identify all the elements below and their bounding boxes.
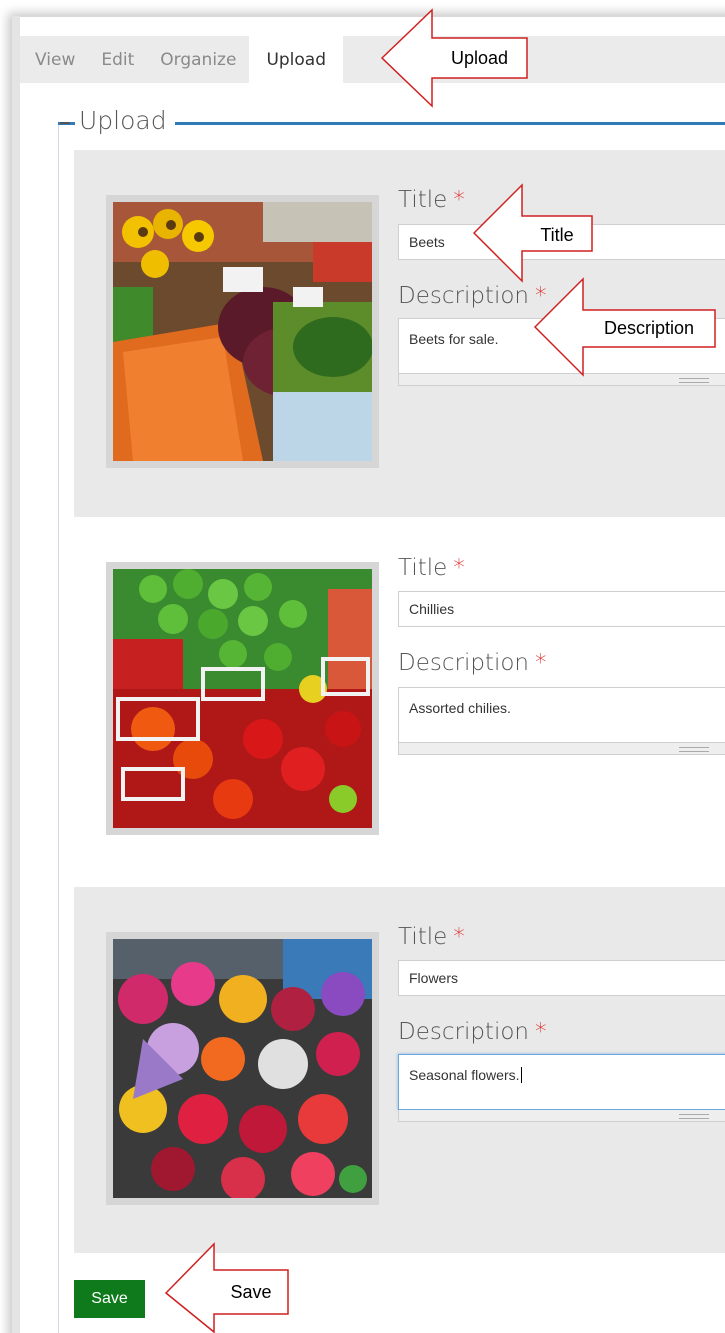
title-label: Title * [398,924,465,950]
beets-image [113,202,372,461]
save-button[interactable]: Save [74,1280,145,1318]
required-mark: * [453,924,465,950]
title-label: Title * [398,555,465,581]
required-mark: * [535,650,547,676]
callout-title-label: Title [540,225,574,245]
text-caret [520,1067,522,1083]
tab-bar: View Edit Organize Upload [20,36,725,83]
description-label: Description * [398,1019,547,1045]
description-textarea[interactable]: Assorted chilies. [398,687,725,743]
callout-upload-arrow: Upload [380,8,530,108]
callout-description-label: Description [603,318,695,338]
textarea-resize-grip[interactable] [398,743,725,755]
description-label: Description * [398,283,547,309]
description-textarea[interactable]: Seasonal flowers. [398,1054,725,1110]
left-sidebar-strip [12,16,20,1333]
callout-upload-label: Upload [450,48,509,68]
upload-item-flowers: Title * Flowers Description * Seasonal flo… [74,887,725,1253]
required-mark: * [453,187,465,213]
fieldset-border-dash [60,122,70,124]
callout-save-label: Save [230,1282,272,1302]
tab-upload[interactable]: Upload [249,36,344,83]
description-label: Description * [398,650,547,676]
callout-save-arrow: Save [164,1242,291,1333]
callout-title-arrow: Title [472,183,597,283]
required-mark: * [453,555,465,581]
chillies-photo [106,562,379,835]
beets-photo [106,195,379,468]
title-input[interactable]: Flowers [398,960,725,996]
callout-description-arrow: Description [533,277,718,377]
flowers-image [113,939,372,1198]
title-label: Title * [398,187,465,213]
flowers-photo [106,932,379,1205]
required-mark: * [535,1019,547,1045]
tab-organize[interactable]: Organize [147,36,249,83]
chillies-image [113,569,372,828]
tab-edit[interactable]: Edit [88,36,147,83]
fieldset-legend: Upload [75,106,175,135]
upload-item-chillies: Title * Chillies Description * Assorted ch… [74,517,725,887]
tab-view[interactable]: View [20,36,88,83]
title-input[interactable]: Chillies [398,591,725,627]
textarea-resize-grip[interactable] [398,1110,725,1122]
